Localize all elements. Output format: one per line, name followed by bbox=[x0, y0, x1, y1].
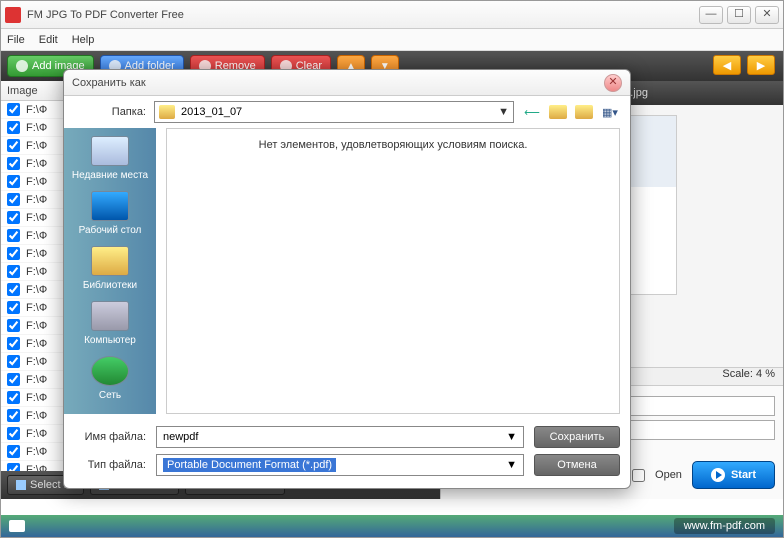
filename-label: Имя файла: bbox=[74, 431, 146, 443]
sidebar-network[interactable]: Сеть bbox=[91, 356, 129, 401]
row-filename: F:\Ф bbox=[26, 392, 47, 404]
titlebar: FM JPG To PDF Converter Free — ☐ ✕ bbox=[1, 1, 783, 29]
row-checkbox[interactable] bbox=[7, 355, 20, 368]
close-button[interactable]: ✕ bbox=[755, 6, 779, 24]
row-checkbox[interactable] bbox=[7, 175, 20, 188]
filetype-select[interactable]: Portable Document Format (*.pdf)▼ bbox=[156, 454, 524, 476]
row-filename: F:\Ф bbox=[26, 140, 47, 152]
row-checkbox[interactable] bbox=[7, 229, 20, 242]
places-sidebar: Недавние места Рабочий стол Библиотеки К… bbox=[64, 128, 156, 414]
row-checkbox[interactable] bbox=[7, 373, 20, 386]
row-checkbox[interactable] bbox=[7, 427, 20, 440]
row-filename: F:\Ф bbox=[26, 446, 47, 458]
sidebar-recent[interactable]: Недавние места bbox=[72, 136, 148, 181]
maximize-button[interactable]: ☐ bbox=[727, 6, 751, 24]
status-bar: www.fm-pdf.com bbox=[1, 515, 783, 537]
folder-select[interactable]: 2013_01_07 ▼ bbox=[154, 101, 514, 123]
folder-value: 2013_01_07 bbox=[181, 106, 242, 118]
folder-label: Папка: bbox=[74, 106, 146, 118]
menubar: File Edit Help bbox=[1, 29, 783, 51]
dialog-titlebar: Сохранить как ✕ bbox=[64, 70, 630, 96]
row-checkbox[interactable] bbox=[7, 121, 20, 134]
row-checkbox[interactable] bbox=[7, 301, 20, 314]
row-checkbox[interactable] bbox=[7, 211, 20, 224]
plus-icon bbox=[16, 60, 28, 72]
next-button[interactable]: ▶ bbox=[747, 55, 775, 75]
file-browser[interactable]: Нет элементов, удовлетворяющих условиям … bbox=[166, 128, 620, 414]
row-filename: F:\Ф bbox=[26, 158, 47, 170]
row-filename: F:\Ф bbox=[26, 122, 47, 134]
row-filename: F:\Ф bbox=[26, 410, 47, 422]
row-checkbox[interactable] bbox=[7, 193, 20, 206]
start-button[interactable]: Start bbox=[692, 461, 775, 489]
row-checkbox[interactable] bbox=[7, 391, 20, 404]
row-filename: F:\Ф bbox=[26, 284, 47, 296]
chevron-down-icon: ▼ bbox=[498, 106, 509, 118]
save-button[interactable]: Сохранить bbox=[534, 426, 620, 448]
window-title: FM JPG To PDF Converter Free bbox=[27, 9, 695, 21]
row-checkbox[interactable] bbox=[7, 463, 20, 471]
row-checkbox[interactable] bbox=[7, 409, 20, 422]
menu-edit[interactable]: Edit bbox=[39, 34, 58, 46]
cancel-button[interactable]: Отмена bbox=[534, 454, 620, 476]
row-checkbox[interactable] bbox=[7, 247, 20, 260]
save-as-dialog: Сохранить как ✕ Папка: 2013_01_07 ▼ ⟵ ▦▾… bbox=[63, 69, 631, 489]
row-checkbox[interactable] bbox=[7, 319, 20, 332]
menu-file[interactable]: File bbox=[7, 34, 25, 46]
menu-help[interactable]: Help bbox=[72, 34, 95, 46]
row-filename: F:\Ф bbox=[26, 320, 47, 332]
paypal-icon[interactable] bbox=[9, 520, 25, 532]
sidebar-libraries[interactable]: Библиотеки bbox=[83, 246, 137, 291]
sidebar-computer[interactable]: Компьютер bbox=[84, 301, 136, 346]
app-icon bbox=[5, 7, 21, 23]
empty-message: Нет элементов, удовлетворяющих условиям … bbox=[259, 139, 528, 151]
row-filename: F:\Ф bbox=[26, 176, 47, 188]
view-menu-button[interactable]: ▦▾ bbox=[600, 103, 620, 121]
row-filename: F:\Ф bbox=[26, 194, 47, 206]
row-filename: F:\Ф bbox=[26, 230, 47, 242]
row-checkbox[interactable] bbox=[7, 265, 20, 278]
new-folder-button[interactable] bbox=[574, 103, 594, 121]
row-filename: F:\Ф bbox=[26, 266, 47, 278]
minimize-button[interactable]: — bbox=[699, 6, 723, 24]
folder-icon bbox=[159, 105, 175, 119]
sidebar-desktop[interactable]: Рабочий стол bbox=[79, 191, 142, 236]
row-filename: F:\Ф bbox=[26, 428, 47, 440]
row-filename: F:\Ф bbox=[26, 248, 47, 260]
row-checkbox[interactable] bbox=[7, 337, 20, 350]
open-label: Open bbox=[655, 469, 682, 481]
filetype-label: Тип файла: bbox=[74, 459, 146, 471]
row-filename: F:\Ф bbox=[26, 356, 47, 368]
up-folder-button[interactable] bbox=[548, 103, 568, 121]
filename-input[interactable]: newpdf▼ bbox=[156, 426, 524, 448]
open-checkbox[interactable] bbox=[632, 469, 645, 482]
row-filename: F:\Ф bbox=[26, 374, 47, 386]
row-checkbox[interactable] bbox=[7, 157, 20, 170]
back-button[interactable]: ⟵ bbox=[522, 103, 542, 121]
row-filename: F:\Ф bbox=[26, 212, 47, 224]
prev-button[interactable]: ◀ bbox=[713, 55, 741, 75]
row-filename: F:\Ф bbox=[26, 464, 47, 472]
dialog-close-button[interactable]: ✕ bbox=[604, 74, 622, 92]
row-filename: F:\Ф bbox=[26, 302, 47, 314]
row-checkbox[interactable] bbox=[7, 103, 20, 116]
row-checkbox[interactable] bbox=[7, 283, 20, 296]
row-checkbox[interactable] bbox=[7, 445, 20, 458]
row-filename: F:\Ф bbox=[26, 338, 47, 350]
dialog-title: Сохранить как bbox=[72, 77, 604, 89]
website-link[interactable]: www.fm-pdf.com bbox=[674, 518, 775, 534]
row-filename: F:\Ф bbox=[26, 104, 47, 116]
play-icon bbox=[711, 468, 725, 482]
row-checkbox[interactable] bbox=[7, 139, 20, 152]
